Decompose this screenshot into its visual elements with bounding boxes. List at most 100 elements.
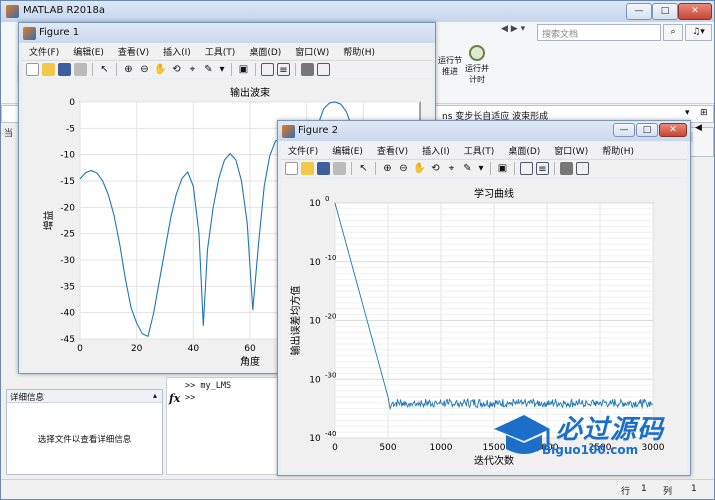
print-icon[interactable] (333, 162, 346, 175)
watermark: 必过源码 Biguo100.com (490, 405, 710, 475)
figure2-close-button[interactable]: ✕ (659, 123, 687, 137)
figure2-titlebar[interactable]: Figure 2 — □ ✕ (278, 121, 690, 141)
hide-plot-tools-icon[interactable] (301, 63, 314, 76)
maximize-button[interactable]: □ (652, 3, 678, 20)
panel-expand-icon[interactable]: ◀ (695, 123, 713, 141)
browse-folder-icon[interactable]: ⊞ (700, 108, 708, 118)
y-axis-label: 输出误差均方值 (289, 286, 302, 356)
hide-plot-tools-icon[interactable] (560, 162, 573, 175)
y-tick-label: -15 (60, 177, 75, 187)
run-time-label-1: 运行并 (465, 64, 489, 73)
figure-logo-icon (23, 27, 36, 40)
search-input[interactable]: 搜索文档 (537, 24, 661, 41)
pan-icon[interactable]: ✋ (413, 162, 426, 175)
bell-icon[interactable]: ♫▾ (685, 24, 712, 41)
y-tick-label: 10 (309, 375, 321, 385)
menu-file[interactable]: 文件(F) (281, 142, 325, 158)
command-prompt[interactable]: >> (185, 393, 195, 403)
toolbar-separator (231, 63, 232, 76)
link-plot-icon[interactable]: ▣ (237, 63, 250, 76)
brush-dropdown-icon[interactable]: ▾ (477, 162, 485, 175)
command-window[interactable]: >> my_LMS >> fx (166, 377, 283, 475)
details-collapse-icon[interactable]: ▴ (153, 391, 157, 400)
menu-tools[interactable]: 工具(T) (198, 43, 243, 59)
minimize-button[interactable]: — (626, 3, 652, 20)
toolbar-separator (351, 162, 352, 175)
menu-desktop[interactable]: 桌面(D) (501, 142, 547, 158)
y-tick-exponent: -20 (325, 313, 336, 321)
y-tick-label: 0 (69, 98, 75, 108)
matlab-title: MATLAB R2018a (23, 5, 106, 16)
chart-title: 学习曲线 (474, 187, 514, 200)
menu-edit[interactable]: 编辑(E) (325, 142, 370, 158)
colorbar-icon[interactable] (520, 162, 533, 175)
menu-window[interactable]: 窗口(W) (547, 142, 595, 158)
y-tick-exponent: -40 (325, 430, 336, 438)
rotate-icon[interactable]: ⟲ (170, 63, 183, 76)
brush-icon[interactable]: ✎ (202, 63, 215, 76)
y-tick-label: -35 (60, 282, 75, 292)
pointer-icon[interactable]: ↖ (357, 162, 370, 175)
zoom-out-icon[interactable]: ⊖ (138, 63, 151, 76)
close-button[interactable]: ✕ (678, 3, 712, 20)
figure-logo-icon (282, 125, 295, 138)
save-icon[interactable] (317, 162, 330, 175)
y-axis-label: 增益 (42, 211, 55, 231)
legend-icon[interactable]: ≡ (277, 63, 290, 76)
y-tick-label: -45 (60, 335, 75, 345)
quick-access-toolbar[interactable]: ◀ ▶ ▾ (501, 24, 535, 41)
new-figure-icon[interactable] (26, 63, 39, 76)
figure2-maximize-button[interactable]: □ (636, 123, 658, 137)
figure1-titlebar[interactable]: Figure 1 (19, 23, 435, 43)
menu-view[interactable]: 查看(V) (370, 142, 415, 158)
new-figure-icon[interactable] (285, 162, 298, 175)
figure2-minimize-button[interactable]: — (613, 123, 635, 137)
run-and-time-button[interactable]: 运行并 计时 (461, 43, 493, 93)
menu-help[interactable]: 帮助(H) (595, 142, 641, 158)
toolbar-separator (255, 63, 256, 76)
menu-view[interactable]: 查看(V) (111, 43, 156, 59)
y-tick-label: 10 (309, 434, 321, 444)
stopwatch-icon (469, 45, 485, 61)
brush-icon[interactable]: ✎ (461, 162, 474, 175)
matlab-logo-icon (6, 5, 19, 18)
details-title: 详细信息 (7, 390, 162, 403)
menu-window[interactable]: 窗口(W) (288, 43, 336, 59)
link-plot-icon[interactable]: ▣ (496, 162, 509, 175)
data-cursor-icon[interactable]: ⌖ (186, 63, 199, 76)
rotate-icon[interactable]: ⟲ (429, 162, 442, 175)
menu-help[interactable]: 帮助(H) (336, 43, 382, 59)
print-icon[interactable] (74, 63, 87, 76)
pointer-icon[interactable]: ↖ (98, 63, 111, 76)
y-tick-label: 10 (309, 317, 321, 327)
y-tick-label: -20 (60, 203, 75, 213)
details-text: 选择文件以查看详细信息 (37, 435, 132, 445)
y-tick-exponent: -10 (325, 254, 336, 262)
y-tick-label: 10 (309, 199, 321, 209)
zoom-out-icon[interactable]: ⊖ (397, 162, 410, 175)
zoom-in-icon[interactable]: ⊕ (122, 63, 135, 76)
open-file-icon[interactable] (301, 162, 314, 175)
save-icon[interactable] (58, 63, 71, 76)
menu-file[interactable]: 文件(F) (22, 43, 66, 59)
show-plot-tools-icon[interactable] (576, 162, 589, 175)
data-cursor-icon[interactable]: ⌖ (445, 162, 458, 175)
menu-desktop[interactable]: 桌面(D) (242, 43, 288, 59)
menu-edit[interactable]: 编辑(E) (66, 43, 111, 59)
address-dropdown-icon[interactable]: ▾ (685, 108, 690, 118)
figure2-toolbar: ↖ ⊕ ⊖ ✋ ⟲ ⌖ ✎ ▾ ▣ ≡ (281, 159, 687, 177)
open-file-icon[interactable] (42, 63, 55, 76)
menu-insert[interactable]: 插入(I) (156, 43, 198, 59)
menu-tools[interactable]: 工具(T) (457, 142, 502, 158)
pan-icon[interactable]: ✋ (154, 63, 167, 76)
zoom-in-icon[interactable]: ⊕ (381, 162, 394, 175)
legend-icon[interactable]: ≡ (536, 162, 549, 175)
fx-icon[interactable]: fx (169, 392, 180, 405)
colorbar-icon[interactable] (261, 63, 274, 76)
brush-dropdown-icon[interactable]: ▾ (218, 63, 226, 76)
search-icon[interactable]: ⌕ (663, 24, 683, 41)
matlab-titlebar: MATLAB R2018a — □ ✕ (1, 1, 714, 22)
y-tick-label: -10 (60, 151, 75, 161)
menu-insert[interactable]: 插入(I) (415, 142, 457, 158)
show-plot-tools-icon[interactable] (317, 63, 330, 76)
